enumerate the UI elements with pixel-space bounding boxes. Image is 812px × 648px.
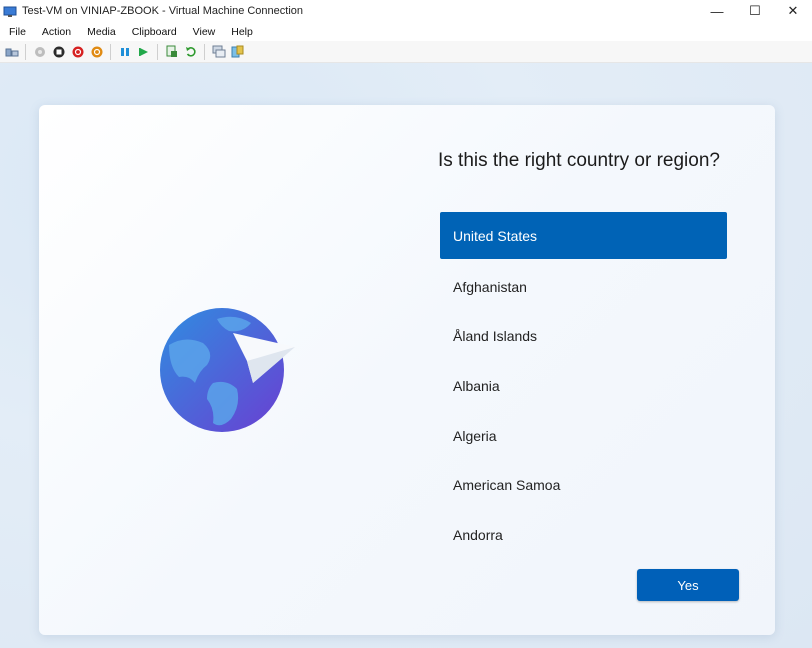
menu-media[interactable]: Media bbox=[78, 26, 123, 38]
pause-icon[interactable] bbox=[118, 45, 132, 59]
yes-button[interactable]: Yes bbox=[637, 569, 739, 601]
menu-action[interactable]: Action bbox=[33, 26, 78, 38]
enhanced-session-icon[interactable] bbox=[212, 45, 226, 59]
share-icon[interactable] bbox=[231, 45, 245, 59]
minimize-icon: — bbox=[710, 3, 724, 19]
close-button[interactable]: ✕ bbox=[774, 0, 812, 22]
toolbar bbox=[0, 41, 812, 63]
title-bar: Test-VM on VINIAP-ZBOOK - Virtual Machin… bbox=[0, 0, 812, 22]
minimize-button[interactable]: — bbox=[698, 0, 736, 22]
start-icon[interactable] bbox=[33, 45, 47, 59]
save-state-icon[interactable] bbox=[90, 45, 104, 59]
globe-illustration bbox=[155, 305, 300, 435]
turn-off-icon[interactable] bbox=[52, 45, 66, 59]
toolbar-separator bbox=[157, 43, 158, 60]
country-option-andorra[interactable]: Andorra bbox=[440, 510, 727, 560]
country-option-united-states[interactable]: United States bbox=[440, 212, 727, 259]
menu-view[interactable]: View bbox=[184, 26, 223, 38]
country-option-albania[interactable]: Albania bbox=[440, 361, 727, 411]
menu-bar: File Action Media Clipboard View Help bbox=[0, 22, 812, 41]
close-icon: ✕ bbox=[787, 3, 799, 18]
checkpoint-icon[interactable] bbox=[165, 45, 179, 59]
maximize-button[interactable]: ☐ bbox=[736, 0, 774, 22]
country-option-aland-islands[interactable]: Åland Islands bbox=[440, 311, 727, 361]
toolbar-separator bbox=[204, 43, 205, 60]
country-list: United States Afghanistan Åland Islands … bbox=[440, 212, 727, 560]
resume-icon[interactable] bbox=[137, 45, 151, 59]
menu-file[interactable]: File bbox=[0, 26, 33, 38]
revert-icon[interactable] bbox=[184, 45, 198, 59]
page-title: Is this the right country or region? bbox=[438, 150, 720, 171]
window-title: Test-VM on VINIAP-ZBOOK - Virtual Machin… bbox=[22, 5, 304, 17]
ctrl-alt-del-icon[interactable] bbox=[5, 45, 19, 59]
country-option-afghanistan[interactable]: Afghanistan bbox=[440, 262, 727, 312]
shut-down-icon[interactable] bbox=[71, 45, 85, 59]
menu-help[interactable]: Help bbox=[222, 26, 260, 38]
vm-connection-icon bbox=[3, 5, 17, 17]
country-option-american-samoa[interactable]: American Samoa bbox=[440, 460, 727, 510]
maximize-icon: ☐ bbox=[749, 3, 761, 18]
toolbar-separator bbox=[25, 43, 26, 60]
country-option-algeria[interactable]: Algeria bbox=[440, 411, 727, 461]
toolbar-separator bbox=[110, 43, 111, 60]
menu-clipboard[interactable]: Clipboard bbox=[123, 26, 184, 38]
